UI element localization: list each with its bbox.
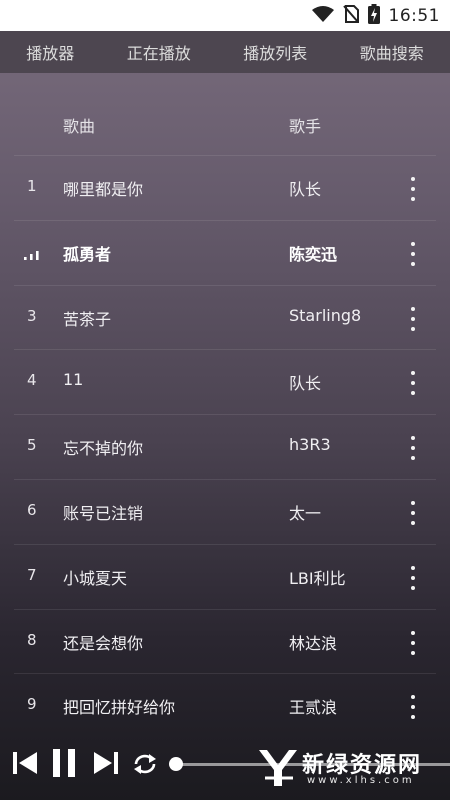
more-options-icon[interactable] — [407, 306, 419, 331]
song-title: 孤勇者 — [63, 244, 112, 264]
song-index: 3 — [27, 306, 37, 325]
song-row-now-playing[interactable]: 孤勇者 陈奕迅 — [14, 219, 436, 285]
song-artist: 王贰浪 — [289, 698, 338, 718]
song-row[interactable]: 6 账号已注销 太一 — [14, 478, 436, 544]
song-row[interactable]: 3 苦茶子 Starling8 — [14, 284, 436, 350]
more-options-icon[interactable] — [407, 565, 419, 590]
song-title: 把回忆拼好给你 — [63, 698, 176, 718]
column-header-artist: 歌手 — [289, 117, 322, 136]
more-options-icon[interactable] — [407, 436, 419, 461]
now-playing-icon — [24, 250, 39, 260]
song-artist: 陈奕迅 — [289, 244, 338, 264]
song-title: 哪里都是你 — [63, 180, 144, 199]
status-icons: 16:51 — [311, 0, 441, 31]
song-row[interactable]: 5 忘不掉的你 h3R3 — [14, 414, 436, 479]
song-artist: Starling8 — [289, 305, 362, 325]
song-row[interactable]: 1 哪里都是你 队长 — [14, 155, 436, 220]
song-index: 5 — [27, 436, 37, 455]
pause-icon[interactable] — [52, 748, 76, 778]
column-header-song: 歌曲 — [63, 117, 96, 136]
previous-icon[interactable] — [12, 750, 38, 776]
song-title: 还是会想你 — [63, 633, 144, 653]
song-row[interactable]: 8 还是会想你 林达浪 — [14, 608, 436, 674]
song-index: 7 — [27, 565, 37, 584]
song-row[interactable]: 7 小城夏天 LBI利比 — [14, 543, 436, 609]
more-options-icon[interactable] — [407, 630, 419, 655]
more-options-icon[interactable] — [407, 695, 419, 720]
song-index: 1 — [27, 177, 37, 195]
song-index: 8 — [27, 630, 37, 649]
tab-bar: 播放器 正在播放 播放列表 歌曲搜索 — [0, 31, 450, 73]
song-artist: 太一 — [289, 503, 322, 523]
status-time: 16:51 — [388, 5, 440, 26]
repeat-icon[interactable] — [131, 751, 159, 777]
song-title: 小城夏天 — [63, 568, 128, 588]
wifi-icon — [311, 5, 334, 26]
song-title: 11 — [63, 370, 84, 390]
song-artist: LBI利比 — [289, 568, 346, 588]
more-options-icon[interactable] — [407, 241, 419, 266]
song-index: 9 — [27, 695, 37, 714]
tab-now-playing[interactable]: 正在播放 — [127, 40, 191, 64]
more-options-icon[interactable] — [407, 500, 419, 525]
more-options-icon[interactable] — [407, 371, 419, 396]
seek-knob[interactable] — [169, 757, 183, 771]
watermark-url: www.xlhs.com — [307, 775, 415, 786]
song-title: 账号已注销 — [63, 503, 144, 523]
next-icon[interactable] — [93, 750, 119, 776]
song-artist: 队长 — [289, 374, 322, 394]
song-row[interactable]: 4 11 队长 — [14, 349, 436, 414]
song-title: 忘不掉的你 — [63, 439, 144, 459]
no-sim-icon — [342, 4, 359, 27]
more-options-icon[interactable] — [407, 177, 419, 201]
song-index: 6 — [27, 500, 37, 519]
song-index: 4 — [27, 371, 37, 390]
song-artist: h3R3 — [289, 435, 331, 455]
watermark: 新绿资源网 www.xlhs.com — [255, 744, 435, 792]
song-title: 苦茶子 — [63, 309, 112, 329]
tab-song-search[interactable]: 歌曲搜索 — [360, 40, 424, 64]
song-list: 1 哪里都是你 队长 孤勇者 陈奕迅 3 苦茶子 Starling8 4 11 … — [0, 155, 450, 738]
battery-charging-icon — [367, 3, 380, 28]
song-artist: 队长 — [289, 180, 322, 199]
tab-playlist[interactable]: 播放列表 — [243, 40, 307, 64]
tab-player[interactable]: 播放器 — [26, 40, 74, 64]
song-artist: 林达浪 — [289, 633, 338, 653]
list-header: 歌曲 歌手 — [0, 96, 450, 152]
status-bar: 16:51 — [0, 0, 450, 31]
watermark-logo-icon — [259, 750, 297, 786]
song-row[interactable]: 9 把回忆拼好给你 王贰浪 — [14, 673, 436, 738]
